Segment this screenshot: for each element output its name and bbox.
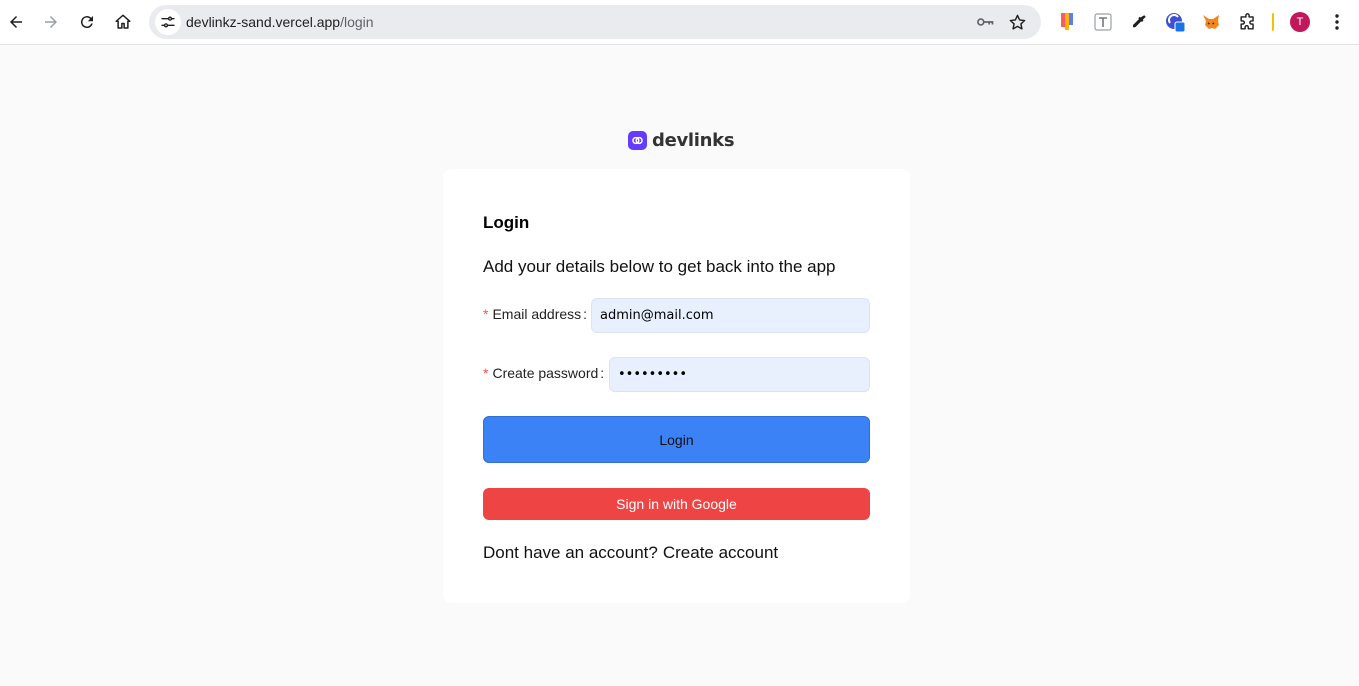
login-card: Login Add your details below to get back… [443,169,910,603]
page-subtitle: Add your details below to get back into … [483,257,836,276]
password-manager-button[interactable] [975,12,995,32]
star-icon [1009,14,1025,30]
three-dots-vertical-icon [1335,14,1339,30]
login-button[interactable]: Login [483,416,870,463]
url-host: devlinkz-sand.vercel.app [186,14,341,30]
arrow-right-icon [45,16,57,28]
address-bar[interactable]: devlinkz-sand.vercel.app/login [149,5,1041,39]
puzzle-piece-icon [1239,12,1254,30]
create-account-link[interactable]: Create account [663,543,778,562]
email-label-text: Email address [492,306,582,322]
site-info-button[interactable] [155,9,181,35]
logo-text: devlinks [652,129,735,151]
signup-prompt-text: Dont have an account? [483,543,658,562]
label-colon: : [600,365,605,381]
toolbar-divider [1272,13,1274,31]
metamask-fox-icon [1203,15,1219,29]
email-field[interactable] [591,298,870,333]
extensions-button[interactable] [1236,11,1258,33]
bookmark-button[interactable] [1007,12,1027,32]
password-label-text: Create password [492,365,599,381]
colorful-extension-button[interactable] [1057,11,1079,33]
devlinks-logo: devlinks [628,129,735,151]
eyedropper-icon [1133,15,1146,28]
browser-toolbar: devlinkz-sand.vercel.app/login T [0,0,1359,45]
required-mark: * [483,365,489,381]
google-signin-button[interactable]: Sign in with Google [483,488,870,520]
colorful-extension-icon [1061,13,1073,30]
forward-button[interactable] [36,7,66,37]
blue-extension-button[interactable] [1164,11,1186,33]
tune-icon [161,16,175,28]
blue-circle-extension-icon [1166,13,1186,33]
signup-prompt-row: Dont have an account? Create account [483,543,778,563]
text-t-extension-icon [1094,13,1112,31]
browser-menu-button[interactable] [1326,10,1348,34]
profile-avatar-button[interactable]: T [1290,12,1310,32]
reload-button[interactable] [72,7,102,37]
email-label: * Email address: [483,306,587,322]
back-button[interactable] [1,7,31,37]
link-logo-icon [628,130,647,150]
label-colon: : [583,306,588,322]
arrow-left-icon [10,16,22,28]
password-label: * Create password: [483,365,604,381]
home-button[interactable] [108,7,138,37]
url-text[interactable]: devlinkz-sand.vercel.app/login [186,14,374,30]
reload-icon [80,16,93,29]
required-mark: * [483,306,489,322]
page-title: Login [483,213,530,232]
eyedropper-extension-button[interactable] [1128,11,1150,33]
url-path: /login [340,14,374,30]
text-extension-button[interactable] [1092,11,1114,33]
password-field[interactable] [609,357,870,392]
metamask-extension-button[interactable] [1200,11,1222,33]
key-icon [977,18,994,26]
home-icon [115,14,131,29]
